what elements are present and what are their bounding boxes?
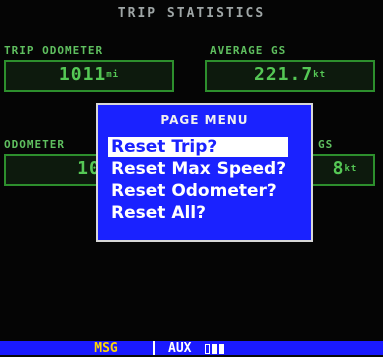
page-indicator-segment bbox=[205, 344, 210, 354]
trip-odometer-field[interactable]: 1011mi bbox=[4, 60, 174, 92]
status-bar bbox=[0, 341, 383, 355]
average-gs-value: 221.7 bbox=[253, 64, 314, 85]
menu-item-reset-odometer[interactable]: Reset Odometer? bbox=[108, 181, 277, 201]
page-menu-popup: PAGE MENU Reset Trip? Reset Max Speed? R… bbox=[96, 103, 313, 242]
page-menu-title: PAGE MENU bbox=[160, 113, 249, 127]
menu-item-reset-trip[interactable]: Reset Trip? bbox=[108, 137, 288, 157]
menu-item-reset-all[interactable]: Reset All? bbox=[108, 203, 206, 223]
trip-odometer-value: 1011 bbox=[58, 64, 107, 85]
average-gs-unit: kt bbox=[313, 70, 327, 80]
msg-annunciator[interactable]: MSG bbox=[86, 341, 126, 356]
odometer-label: ODOMETER bbox=[4, 138, 65, 151]
max-speed-label: GS bbox=[318, 138, 334, 151]
trip-odometer-label: TRIP ODOMETER bbox=[4, 44, 104, 57]
page-indicator-segment bbox=[219, 344, 224, 354]
trip-odometer-unit: mi bbox=[106, 70, 120, 80]
trip-statistics-screen: TRIP STATISTICS TRIP ODOMETER 1011mi AVE… bbox=[0, 0, 383, 356]
status-separator bbox=[153, 341, 155, 355]
page-indicator bbox=[205, 344, 224, 354]
max-speed-unit: kt bbox=[344, 164, 358, 174]
average-gs-label: AVERAGE GS bbox=[210, 44, 287, 57]
page-indicator-segment bbox=[212, 344, 217, 354]
average-gs-field[interactable]: 221.7kt bbox=[205, 60, 375, 92]
page-title: TRIP STATISTICS bbox=[117, 6, 266, 21]
menu-item-reset-max-speed[interactable]: Reset Max Speed? bbox=[108, 159, 286, 179]
